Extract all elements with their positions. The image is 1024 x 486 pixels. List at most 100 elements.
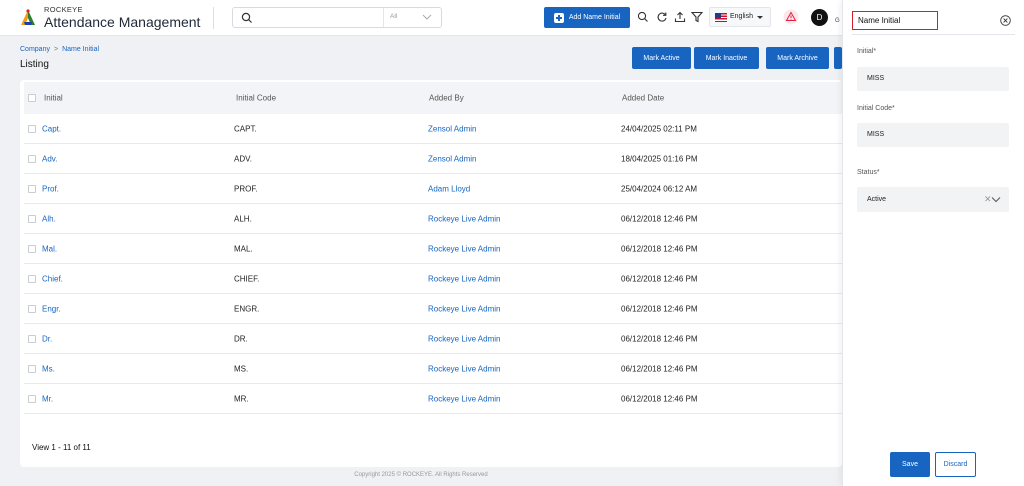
row-checkbox[interactable]: [28, 154, 36, 163]
initial-code-field[interactable]: MISS: [857, 123, 1009, 147]
caret-down-icon: [757, 16, 763, 19]
initial-cell-link[interactable]: Chief.: [42, 274, 63, 283]
row-checkbox[interactable]: [28, 394, 36, 403]
added-by-link[interactable]: Rockeye Live Admin: [428, 334, 500, 343]
table-row[interactable]: Ms. MS. Rockeye Live Admin 06/12/2018 12:46…: [24, 354, 842, 384]
search-icon: [241, 12, 252, 23]
initial-cell-link[interactable]: Adv.: [42, 154, 57, 163]
user-name-partial[interactable]: G: [835, 18, 840, 24]
initial-cell-link[interactable]: Mal.: [42, 244, 57, 253]
initial-field[interactable]: MISS: [857, 67, 1009, 91]
initial-cell-link[interactable]: Ms.: [42, 364, 55, 373]
mark-archive-button[interactable]: Mark Archive: [766, 47, 829, 69]
row-checkbox[interactable]: [28, 244, 36, 253]
table-row[interactable]: Dr. DR. Rockeye Live Admin 06/12/2018 12:46…: [24, 324, 842, 354]
table-header: Initial Initial Code Added By Added Date: [24, 82, 842, 114]
mark-inactive-button[interactable]: Mark Inactive: [694, 47, 759, 69]
breadcrumb-separator: >: [53, 46, 59, 53]
filter-icon[interactable]: [691, 11, 703, 23]
status-select[interactable]: Active ✕: [857, 187, 1009, 212]
initial-code-cell: MS.: [234, 364, 249, 373]
added-date-cell: 06/12/2018 12:46 PM: [621, 304, 698, 313]
mark-active-button[interactable]: Mark Active: [632, 47, 691, 69]
panel-title: Name Initial: [852, 11, 938, 30]
language-value: English: [730, 13, 753, 20]
initial-cell-link[interactable]: Alh.: [42, 214, 56, 223]
us-flag-icon: [715, 13, 727, 22]
added-by-link[interactable]: Rockeye Live Admin: [428, 364, 500, 373]
column-header-initial[interactable]: Initial: [44, 94, 63, 103]
chevron-down-icon: [422, 14, 432, 20]
initial-cell-link[interactable]: Prof.: [42, 184, 59, 193]
name-initial-panel: Name Initial Initial* MISS Initial Code*…: [842, 0, 1024, 486]
row-checkbox[interactable]: [28, 184, 36, 193]
row-checkbox[interactable]: [28, 274, 36, 283]
added-by-link[interactable]: Rockeye Live Admin: [428, 274, 500, 283]
more-actions-button[interactable]: [834, 47, 842, 69]
column-header-added-by[interactable]: Added By: [429, 94, 464, 103]
page-title: Listing: [20, 59, 49, 70]
search-scope-select[interactable]: All: [383, 8, 442, 27]
save-button[interactable]: Save: [890, 452, 930, 477]
row-checkbox[interactable]: [28, 334, 36, 343]
table-row[interactable]: Engr. ENGR. Rockeye Live Admin 06/12/2018 1…: [24, 294, 842, 324]
added-date-cell: 06/12/2018 12:46 PM: [621, 274, 698, 283]
initial-code-cell: MAL.: [234, 244, 253, 253]
initial-cell-link[interactable]: Dr.: [42, 334, 52, 343]
initial-label: Initial*: [857, 48, 877, 55]
added-date-cell: 18/04/2025 01:16 PM: [621, 154, 698, 163]
footer-copyright: Copyright 2025 © ROCKEYE. All Rights Res…: [354, 472, 488, 478]
status-value: Active: [867, 196, 887, 203]
added-by-link[interactable]: Rockeye Live Admin: [428, 394, 500, 403]
added-by-link[interactable]: Zensol Admin: [428, 154, 476, 163]
added-by-link[interactable]: Rockeye Live Admin: [428, 244, 500, 253]
added-date-cell: 06/12/2018 12:46 PM: [621, 364, 698, 373]
table-row[interactable]: Chief. CHIEF. Rockeye Live Admin 06/12/2018…: [24, 264, 842, 294]
initial-code-cell: ENGR.: [234, 304, 260, 313]
initial-cell-link[interactable]: Mr.: [42, 394, 53, 403]
add-name-initial-button[interactable]: Add Name Initial: [544, 7, 630, 28]
table-row[interactable]: Capt. CAPT. Zensol Admin 24/04/2025 02:11 P…: [24, 114, 842, 144]
initial-code-cell: CAPT.: [234, 124, 257, 133]
added-by-link[interactable]: Rockeye Live Admin: [428, 214, 500, 223]
status-label: Status*: [857, 169, 880, 176]
initial-code-label: Initial Code*: [857, 105, 895, 112]
row-checkbox[interactable]: [28, 214, 36, 223]
avatar[interactable]: D: [811, 9, 828, 26]
language-select[interactable]: English: [709, 7, 771, 27]
refresh-icon[interactable]: [656, 11, 668, 23]
table-row[interactable]: Prof. PROF. Adam Lloyd 25/04/2024 06:12 AM: [24, 174, 842, 204]
row-checkbox[interactable]: [28, 304, 36, 313]
breadcrumb-company[interactable]: Company: [20, 46, 50, 53]
initial-cell-link[interactable]: Engr.: [42, 304, 61, 313]
table-row[interactable]: Adv. ADV. Zensol Admin 18/04/2025 01:16 PM: [24, 144, 842, 174]
added-by-link[interactable]: Zensol Admin: [428, 124, 476, 133]
row-checkbox[interactable]: [28, 124, 36, 133]
close-circle-icon[interactable]: [1000, 15, 1011, 26]
select-all-checkbox[interactable]: [28, 94, 36, 102]
column-header-added-date[interactable]: Added Date: [622, 94, 664, 103]
alert-icon[interactable]: [783, 9, 799, 25]
column-header-initial-code[interactable]: Initial Code: [236, 94, 276, 103]
breadcrumb-current[interactable]: Name Initial: [62, 46, 99, 53]
pagination-summary: View 1 - 11 of 11: [32, 443, 91, 452]
upload-icon[interactable]: [674, 11, 686, 23]
table-row[interactable]: Mr. MR. Rockeye Live Admin 06/12/2018 12:46…: [24, 384, 842, 414]
row-checkbox[interactable]: [28, 364, 36, 373]
discard-button[interactable]: Discard: [935, 452, 976, 477]
added-by-link[interactable]: Rockeye Live Admin: [428, 304, 500, 313]
added-by-link[interactable]: Adam Lloyd: [428, 184, 470, 193]
added-date-cell: 24/04/2025 02:11 PM: [621, 124, 697, 133]
chevron-down-icon[interactable]: [991, 196, 1001, 203]
plus-icon: [553, 12, 564, 23]
table-row[interactable]: Alh. ALH. Rockeye Live Admin 06/12/2018 12:…: [24, 204, 842, 234]
global-search[interactable]: All: [232, 7, 442, 28]
added-date-cell: 06/12/2018 12:46 PM: [621, 214, 698, 223]
add-name-initial-label: Add Name Initial: [568, 14, 621, 21]
initial-code-cell: ADV.: [234, 154, 252, 163]
search-icon[interactable]: [637, 11, 649, 23]
initial-cell-link[interactable]: Capt.: [42, 124, 61, 133]
table-row[interactable]: Mal. MAL. Rockeye Live Admin 06/12/2018 12:…: [24, 234, 842, 264]
rockeye-logo-icon[interactable]: [18, 8, 38, 28]
listing-table: Initial Initial Code Added By Added Date…: [20, 80, 842, 467]
